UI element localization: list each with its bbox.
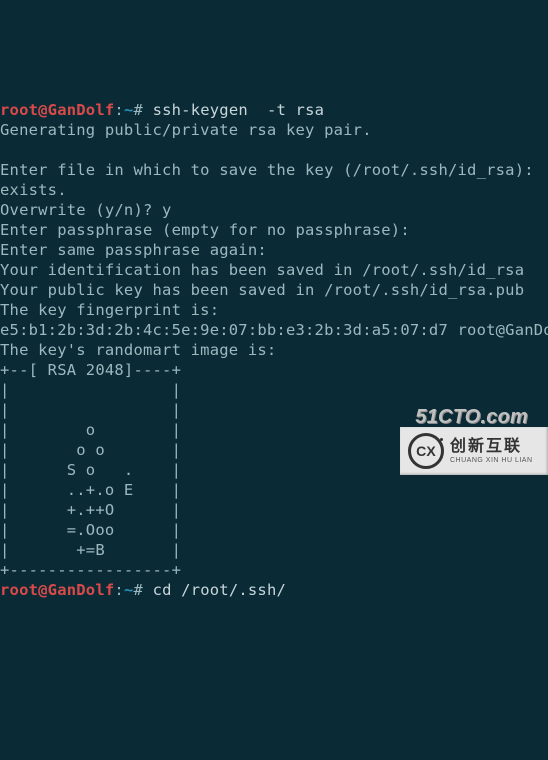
out-line: | +.++O | [0,501,181,519]
out-line: Overwrite (y/n)? y [0,201,172,219]
prompt-user: root@GanDolf [0,581,114,599]
out-line: e5:b1:2b:3d:2b:4c:5e:9e:07:bb:e3:2b:3d:a… [0,321,548,339]
out-line: | ..+.o E | [0,481,181,499]
command-1[interactable]: ssh-keygen -t rsa [153,101,325,119]
prompt-sep: : [114,101,124,119]
prompt-user: root@GanDolf [0,101,114,119]
out-line: | +=B | [0,541,181,559]
watermark-en-text: CHUANG XIN HU LIAN [450,457,533,464]
out-line: | =.Ooo | [0,521,181,539]
out-line: | o o | [0,441,181,459]
out-line: +--[ RSA 2048]----+ [0,361,181,379]
prompt-hash: # [133,581,152,599]
watermark-logo-icon: CX [408,433,444,469]
out-line: The key's randomart image is: [0,341,276,359]
prompt-path: ~ [124,581,134,599]
out-line: Generating public/private rsa key pair. [0,121,372,139]
out-line: | S o . | [0,461,181,479]
command-2[interactable]: cd /root/.ssh/ [153,581,286,599]
out-line: | | [0,381,181,399]
out-line: +-----------------+ [0,561,181,579]
watermark-badge: CX 创新互联 CHUANG XIN HU LIAN [400,427,548,475]
out-line: Your identification has been saved in /r… [0,261,524,279]
watermark-site-text: 51CTO.com [415,407,528,427]
out-line: exists. [0,181,67,199]
out-line: Enter file in which to save the key (/ro… [0,161,534,179]
out-line: | o | [0,421,181,439]
prompt-line-1: root@GanDolf:~# ssh-keygen -t rsa [0,101,324,119]
out-line: The key fingerprint is: [0,301,219,319]
prompt-line-2: root@GanDolf:~# cd /root/.ssh/ [0,581,286,599]
prompt-hash: # [133,101,152,119]
prompt-sep: : [114,581,124,599]
out-line: Your public key has been saved in /root/… [0,281,524,299]
out-line: | | [0,401,181,419]
out-line: Enter passphrase (empty for no passphras… [0,221,410,239]
out-line: Enter same passphrase again: [0,241,267,259]
watermark-cn-text: 创新互联 [450,439,533,455]
terminal-output: root@GanDolf:~# ssh-keygen -t rsa Genera… [0,80,548,600]
watermark-text-block: 创新互联 CHUANG XIN HU LIAN [450,439,533,464]
